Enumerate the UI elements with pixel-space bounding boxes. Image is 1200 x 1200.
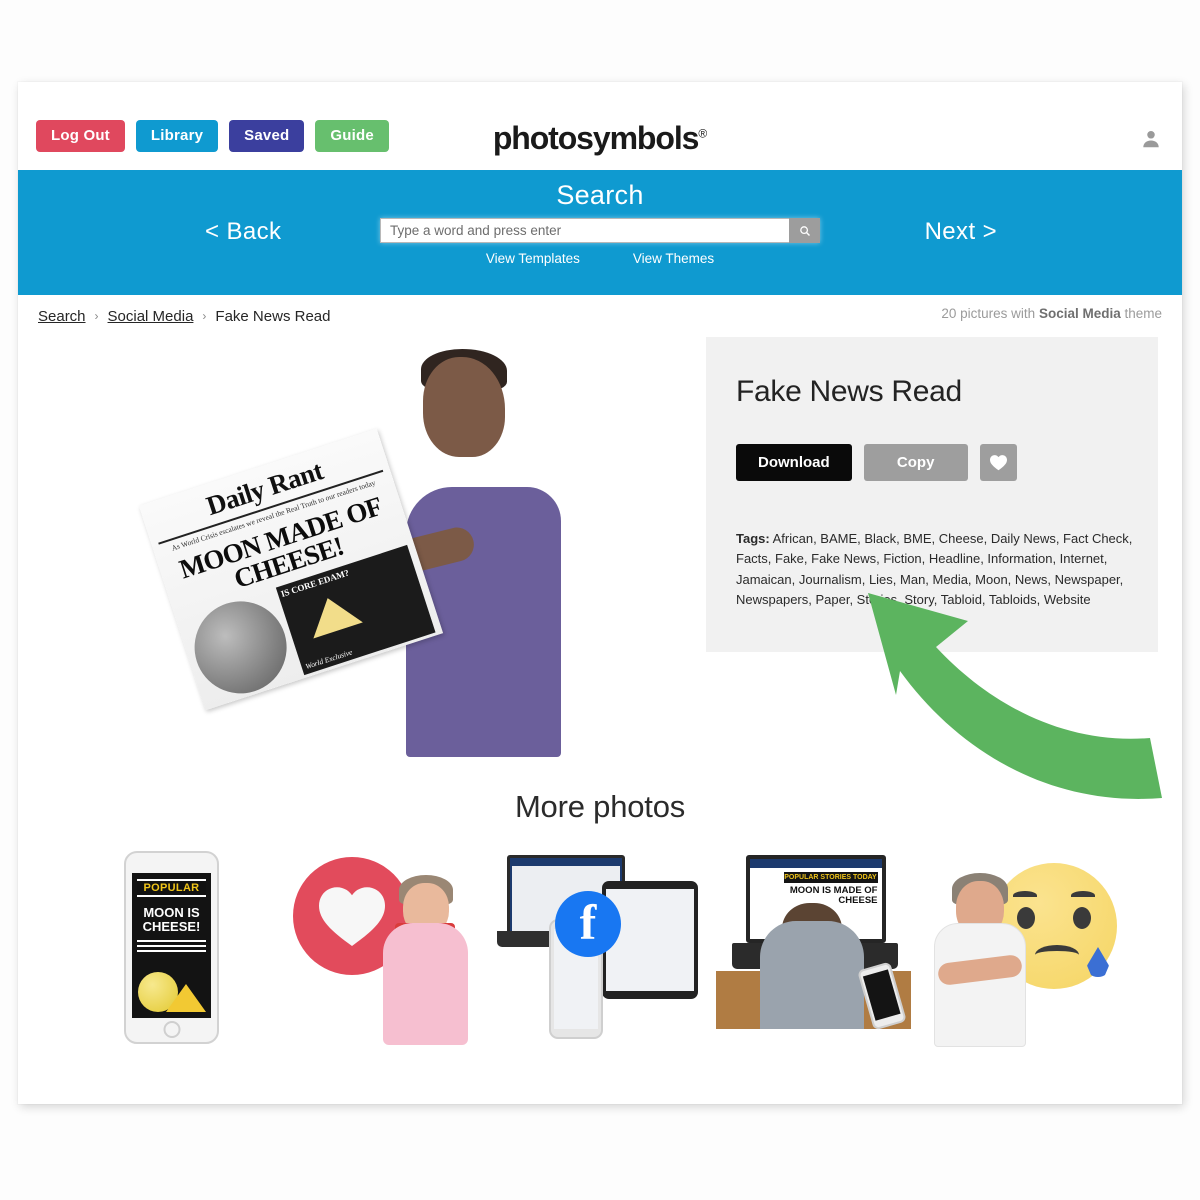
- breadcrumb-item-search[interactable]: Search: [38, 308, 86, 325]
- back-link[interactable]: < Back: [205, 218, 281, 246]
- view-themes-link[interactable]: View Themes: [633, 251, 714, 266]
- heart-icon: [318, 887, 385, 946]
- laptop-headline: MOON IS MADE OF CHEESE: [789, 885, 878, 906]
- thumb-laptop-man[interactable]: POPULAR STORIES TODAY MOON IS MADE OF CH…: [715, 847, 911, 1047]
- emoji-brow-left: [1013, 891, 1037, 900]
- copy-button[interactable]: Copy: [863, 444, 968, 481]
- breadcrumb: Search › Social Media › Fake News Read: [38, 308, 330, 325]
- thumb-phone-popular-moon[interactable]: POPULAR MOON IS CHEESE!: [78, 847, 273, 1047]
- woman-body: [934, 923, 1026, 1047]
- thumb-social-devices[interactable]: f: [497, 847, 698, 1047]
- laptop-banner: POPULAR STORIES TODAY: [783, 872, 878, 883]
- emoji-frown-mouth: [1035, 945, 1079, 965]
- tags-values[interactable]: African, BAME, Black, BME, Cheese, Daily…: [736, 531, 1132, 607]
- search-heading: Search: [556, 180, 644, 210]
- phone-screen: POPULAR MOON IS CHEESE!: [132, 873, 211, 1018]
- theme-count-label: 20 pictures with Social Media theme: [941, 306, 1162, 321]
- detail-panel: Fake News Read Download Copy Tags: Afric…: [706, 337, 1158, 652]
- tablet-screen: [606, 889, 694, 991]
- search-form: [380, 218, 820, 243]
- next-link[interactable]: Next >: [925, 218, 997, 246]
- woman-body: [382, 923, 468, 1045]
- thumb-heart-woman[interactable]: [291, 847, 486, 1047]
- hero-person-head: [423, 357, 505, 457]
- phone-text-lines: [137, 940, 206, 952]
- download-button[interactable]: Download: [736, 444, 852, 481]
- hero-photo[interactable]: Daily Rant As World Crisis escalates we …: [138, 337, 658, 767]
- phone-headline: MOON IS CHEESE!: [142, 905, 201, 934]
- man-body: [759, 921, 864, 1029]
- breadcrumb-item-social-media[interactable]: Social Media: [108, 308, 194, 325]
- search-sublinks: View Templates View Themes: [18, 251, 1182, 266]
- facebook-logo-icon: f: [555, 891, 621, 957]
- more-photos-heading: More photos: [514, 789, 686, 824]
- more-photos-grid: POPULAR MOON IS CHEESE! f POPULAR STORIE…: [78, 847, 1123, 1047]
- main-content: Daily Rant As World Crisis escalates we …: [18, 337, 1182, 1137]
- phone-frame: POPULAR MOON IS CHEESE!: [124, 851, 219, 1044]
- app-window: Log Out Library Saved Guide photosymbols…: [18, 82, 1182, 1104]
- theme-count-prefix: 20 pictures with: [941, 306, 1039, 321]
- tags-label: Tags:: [736, 531, 770, 546]
- detail-actions: Download Copy: [736, 444, 1017, 481]
- phone-popular-banner: POPULAR: [137, 879, 206, 897]
- search-band: Search < Back Next > View Templates View…: [18, 170, 1182, 295]
- page-title: Fake News Read: [736, 375, 962, 408]
- user-icon[interactable]: [1140, 128, 1162, 150]
- search-input[interactable]: [380, 218, 789, 243]
- breadcrumb-item-current: Fake News Read: [215, 307, 331, 325]
- emoji-eye-left: [1017, 907, 1035, 929]
- search-icon: [799, 225, 810, 236]
- breadcrumb-row: Search › Social Media › Fake News Read 2…: [18, 295, 1182, 337]
- breadcrumb-separator: ›: [94, 309, 99, 323]
- newspaper-inset-caption: World Exclusive: [304, 646, 354, 671]
- site-logo-text: photosymbols: [492, 120, 700, 156]
- emoji-brow-right: [1071, 891, 1095, 900]
- emoji-eye-right: [1073, 907, 1091, 929]
- breadcrumb-separator: ›: [202, 309, 207, 323]
- hero-newspaper: Daily Rant As World Crisis escalates we …: [138, 428, 444, 711]
- view-templates-link[interactable]: View Templates: [486, 251, 580, 266]
- theme-count-suffix: theme: [1120, 306, 1162, 321]
- search-submit-button[interactable]: [789, 218, 820, 243]
- theme-count-theme: Social Media: [1038, 306, 1121, 321]
- tags-list: Tags: African, BAME, Black, BME, Cheese,…: [736, 529, 1134, 610]
- favourite-button[interactable]: [979, 444, 1017, 481]
- thumb-sad-emoji-woman[interactable]: [928, 847, 1123, 1047]
- cheese-wedge-icon: [166, 984, 206, 1012]
- phone-home-button: [163, 1021, 180, 1038]
- top-bar: Log Out Library Saved Guide photosymbols…: [18, 82, 1182, 170]
- cheese-wedge-icon: [302, 589, 363, 638]
- browser-bar: [749, 859, 882, 868]
- site-logo[interactable]: photosymbols®: [18, 120, 1182, 157]
- heart-icon: [989, 455, 1007, 471]
- registered-mark: ®: [698, 126, 708, 141]
